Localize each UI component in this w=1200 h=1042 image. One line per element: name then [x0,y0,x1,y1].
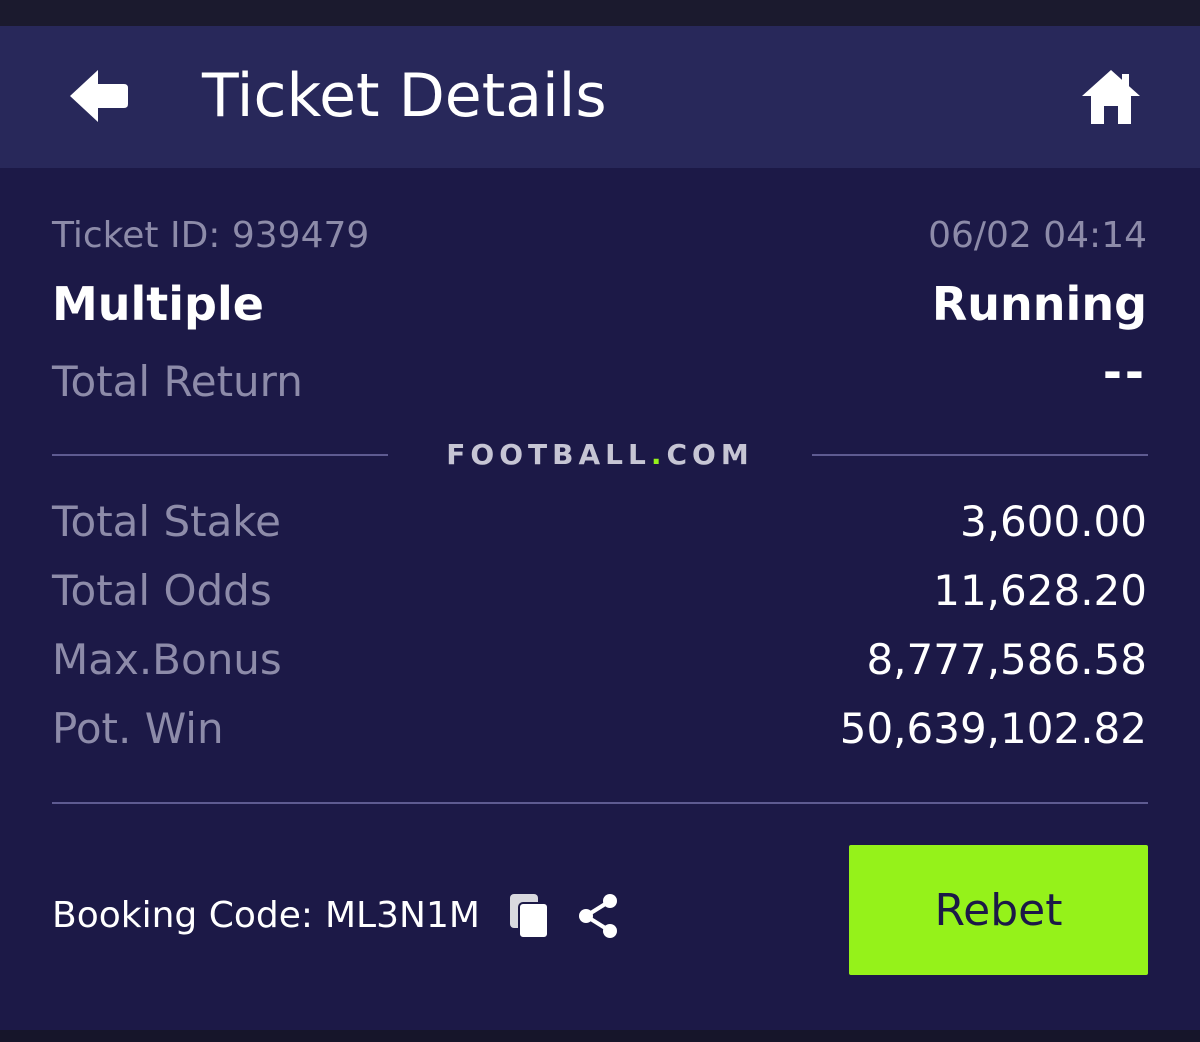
booking-code-value: ML3N1M [325,895,480,936]
total-return-label: Total Return [52,357,303,406]
divider-left [52,454,388,456]
home-icon [1082,70,1140,124]
total-stake-value: 3,600.00 [959,497,1147,546]
divider-bottom [52,802,1148,804]
total-return-value: -- [1102,345,1147,399]
status-bar-strip [0,0,1200,26]
max-bonus-label: Max.Bonus [52,635,282,684]
logo-text-left: FOOTBALL [446,438,651,471]
football-com-logo: FOOTBALL.COM [388,436,812,474]
total-odds-label: Total Odds [52,566,272,615]
ticket-id: Ticket ID: 939479 [52,215,370,256]
max-bonus-value: 8,777,586.58 [866,635,1147,684]
total-stake-label: Total Stake [52,497,281,546]
rebet-button[interactable]: Rebet [849,845,1148,975]
bet-type: Multiple [52,277,264,331]
back-button[interactable] [66,66,132,126]
ticket-content: Ticket ID: 939479 06/02 04:14 Multiple R… [0,168,1200,1030]
pot-win-value: 50,639,102.82 [839,704,1147,753]
divider-right [812,454,1148,456]
total-odds-value: 11,628.20 [933,566,1147,615]
logo-text-right: COM [666,438,754,471]
page-title: Ticket Details [202,61,607,131]
ticket-datetime: 06/02 04:14 [928,215,1147,256]
share-icon[interactable] [576,892,620,940]
logo-dot: . [650,438,667,471]
copy-icon[interactable] [508,892,550,940]
home-button[interactable] [1080,66,1142,128]
booking-code-label: Booking Code: [52,895,313,936]
pot-win-label: Pot. Win [52,704,224,753]
bet-status: Running [931,277,1147,331]
booking-code-row: Booking Code: ML3N1M [52,888,620,944]
back-arrow-icon [70,70,128,122]
app-header: Ticket Details [0,26,1200,168]
bottom-strip [0,1030,1200,1042]
